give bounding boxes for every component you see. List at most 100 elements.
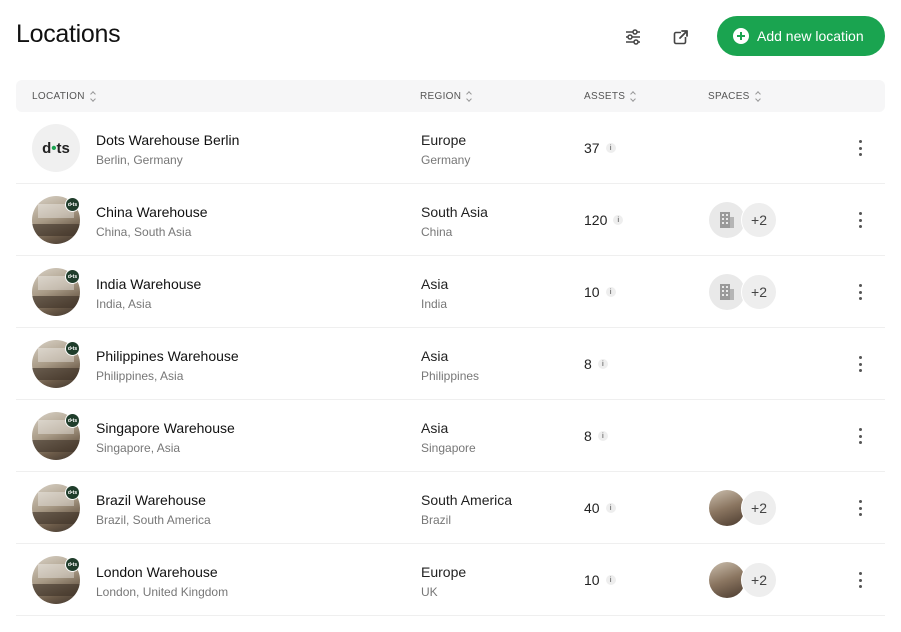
location-name[interactable]: Singapore Warehouse bbox=[96, 420, 235, 436]
kebab-dot bbox=[858, 153, 862, 156]
assets-count: 8i bbox=[584, 428, 608, 444]
region-country: Germany bbox=[421, 153, 471, 167]
sort-icon bbox=[754, 90, 761, 102]
kebab-dot bbox=[858, 225, 862, 228]
external-link-icon bbox=[673, 29, 689, 45]
row-menu-button[interactable] bbox=[852, 570, 868, 590]
location-subtitle: India, Asia bbox=[96, 297, 152, 311]
region-name: Europe bbox=[421, 564, 467, 580]
space-thumbnail[interactable] bbox=[709, 202, 745, 238]
location-name[interactable]: India Warehouse bbox=[96, 276, 201, 292]
column-header-assets[interactable]: ASSETS bbox=[584, 80, 637, 112]
location-name[interactable]: Dots Warehouse Berlin bbox=[96, 132, 239, 148]
export-button[interactable] bbox=[668, 24, 694, 50]
info-icon[interactable]: i bbox=[613, 215, 624, 225]
spaces-more-count[interactable]: +2 bbox=[741, 490, 777, 526]
info-icon[interactable]: i bbox=[597, 359, 608, 369]
assets-value: 10 bbox=[584, 572, 600, 588]
table-row[interactable]: d•ts London Warehouse London, United Kin… bbox=[16, 544, 885, 616]
space-thumbnail[interactable] bbox=[709, 274, 745, 310]
region-country: UK bbox=[421, 585, 438, 599]
kebab-dot bbox=[858, 578, 862, 582]
dots-badge-icon: d•ts bbox=[65, 341, 80, 356]
spaces-stack: +2 bbox=[709, 274, 789, 310]
table-row[interactable]: d•ts China Warehouse China, South Asia S… bbox=[16, 184, 885, 256]
table-row[interactable]: d•ts Singapore Warehouse Singapore, Asia… bbox=[16, 400, 885, 472]
filter-button[interactable] bbox=[620, 24, 646, 50]
assets-value: 40 bbox=[584, 500, 600, 516]
row-menu-button[interactable] bbox=[852, 282, 868, 302]
region-name: Asia bbox=[421, 420, 449, 436]
region-country: Philippines bbox=[421, 369, 480, 383]
building-icon bbox=[720, 284, 734, 300]
region-country: Singapore bbox=[421, 441, 476, 455]
dots-badge-icon: d•ts bbox=[65, 557, 80, 572]
location-subtitle: Berlin, Germany bbox=[96, 153, 183, 167]
spaces-stack: +2 bbox=[709, 202, 789, 238]
row-menu-button[interactable] bbox=[852, 210, 868, 230]
info-icon[interactable]: i bbox=[605, 143, 616, 153]
table-header: LOCATION REGION ASSETS SPACES bbox=[16, 80, 885, 112]
spaces-more-count[interactable]: +2 bbox=[741, 274, 777, 310]
table-row[interactable]: d•ts Philippines Warehouse Philippines, … bbox=[16, 328, 885, 400]
location-subtitle: Brazil, South America bbox=[96, 513, 211, 527]
space-photo-thumbnail[interactable] bbox=[709, 490, 745, 526]
space-photo-thumbnail[interactable] bbox=[709, 562, 745, 598]
assets-value: 8 bbox=[584, 428, 592, 444]
kebab-dot bbox=[858, 218, 862, 222]
add-location-button[interactable]: Add new location bbox=[717, 16, 885, 56]
spaces-more-count[interactable]: +2 bbox=[741, 562, 777, 598]
kebab-dot bbox=[858, 441, 862, 444]
plus-circle-icon bbox=[733, 28, 749, 44]
spaces-stack: +2 bbox=[709, 490, 789, 526]
kebab-dot bbox=[858, 572, 862, 575]
assets-count: 8i bbox=[584, 356, 608, 372]
dots-badge-icon: d•ts bbox=[65, 197, 80, 212]
info-icon[interactable]: i bbox=[605, 575, 616, 585]
table-row[interactable]: d•ts India Warehouse India, Asia Asia In… bbox=[16, 256, 885, 328]
info-icon[interactable]: i bbox=[597, 431, 608, 441]
info-icon[interactable]: i bbox=[605, 503, 616, 513]
region-name: Asia bbox=[421, 276, 449, 292]
info-icon[interactable]: i bbox=[605, 287, 616, 297]
assets-value: 10 bbox=[584, 284, 600, 300]
assets-value: 8 bbox=[584, 356, 592, 372]
assets-count: 37 i bbox=[584, 140, 616, 156]
region-country: China bbox=[421, 225, 453, 239]
column-header-location[interactable]: LOCATION bbox=[32, 80, 96, 112]
column-header-region[interactable]: REGION bbox=[420, 80, 473, 112]
sort-icon bbox=[89, 90, 96, 102]
kebab-dot bbox=[858, 585, 862, 588]
table-row[interactable]: d • ts Dots Warehouse Berlin Berlin, Germa… bbox=[16, 112, 885, 184]
location-subtitle: China, South Asia bbox=[96, 225, 192, 239]
row-menu-button[interactable] bbox=[852, 498, 868, 518]
region-name: Asia bbox=[421, 348, 449, 364]
assets-count: 10 i bbox=[584, 572, 616, 588]
table-row[interactable]: d•ts Brazil Warehouse Brazil, South Amer… bbox=[16, 472, 885, 544]
logo-text: ts bbox=[56, 139, 70, 157]
kebab-dot bbox=[858, 297, 862, 300]
location-name[interactable]: Philippines Warehouse bbox=[96, 348, 239, 364]
location-name[interactable]: China Warehouse bbox=[96, 204, 208, 220]
location-name[interactable]: Brazil Warehouse bbox=[96, 492, 206, 508]
dots-badge-icon: d•ts bbox=[65, 269, 80, 284]
row-menu-button[interactable] bbox=[852, 354, 868, 374]
kebab-dot bbox=[858, 356, 862, 359]
region-country: India bbox=[421, 297, 448, 311]
column-header-spaces[interactable]: SPACES bbox=[708, 80, 761, 112]
add-location-label: Add new location bbox=[757, 28, 864, 44]
page-title: Locations bbox=[16, 20, 121, 48]
company-logo-avatar: d • ts bbox=[32, 124, 80, 172]
location-subtitle: London, United Kingdom bbox=[96, 585, 229, 599]
spaces-more-count[interactable]: +2 bbox=[741, 202, 777, 238]
row-menu-button[interactable] bbox=[852, 138, 868, 158]
location-name[interactable]: London Warehouse bbox=[96, 564, 218, 580]
kebab-dot bbox=[858, 140, 862, 143]
location-subtitle: Philippines, Asia bbox=[96, 369, 184, 383]
row-menu-button[interactable] bbox=[852, 426, 868, 446]
assets-count: 120 i bbox=[584, 212, 624, 228]
kebab-dot bbox=[858, 369, 862, 372]
kebab-dot bbox=[858, 284, 862, 287]
kebab-dot bbox=[858, 506, 862, 510]
column-label: ASSETS bbox=[584, 90, 626, 102]
